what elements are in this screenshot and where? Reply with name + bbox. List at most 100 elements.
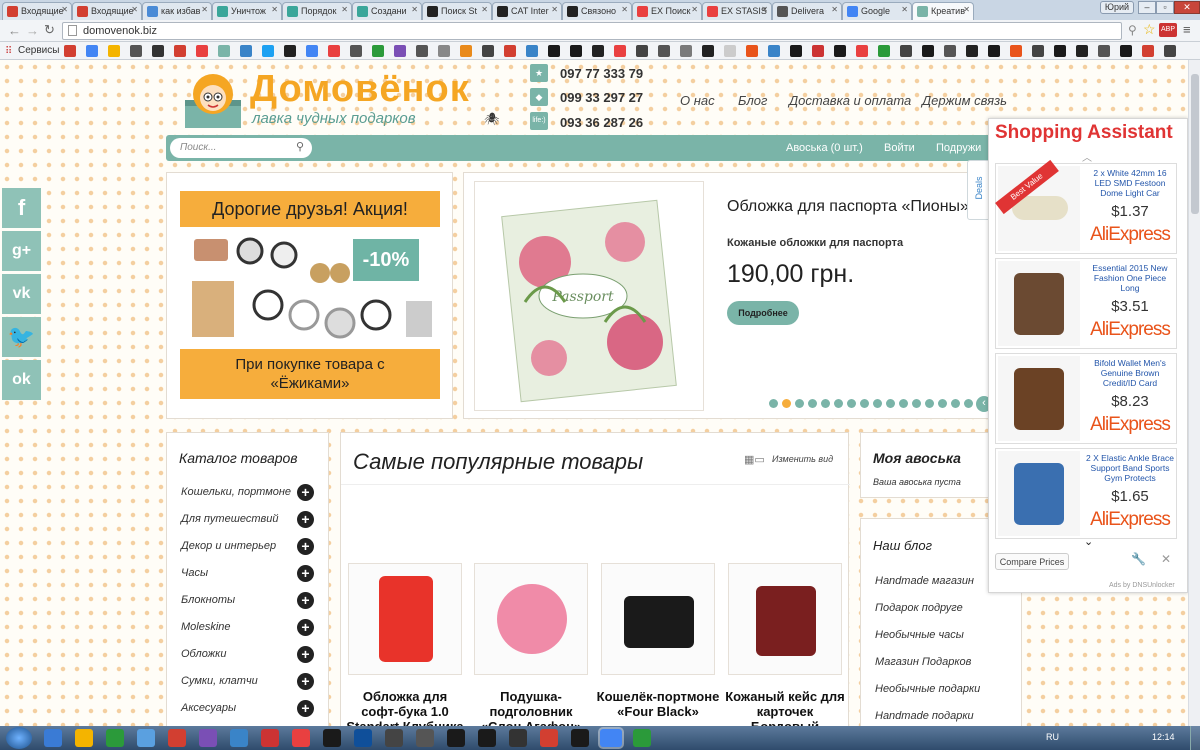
- catalog-item[interactable]: Обложки: [181, 648, 226, 660]
- product-card[interactable]: Обложка для софт-бука 1.0 Standart Клубн…: [346, 563, 472, 726]
- bookmark-icon[interactable]: [482, 45, 494, 57]
- product-name[interactable]: Кошелёк-портмоне «Four Black»: [596, 689, 720, 719]
- close-tab-icon[interactable]: ✕: [963, 5, 970, 14]
- taskbar-app-icon[interactable]: [168, 729, 186, 747]
- browser-tab[interactable]: Создани ✕: [352, 2, 422, 20]
- browser-tab[interactable]: как избав ✕: [142, 2, 212, 20]
- close-tab-icon[interactable]: ✕: [61, 5, 68, 14]
- blog-post-link[interactable]: Магазин Подарков: [875, 656, 971, 668]
- odnoklassniki-icon[interactable]: ok: [2, 360, 41, 400]
- page-scrollbar[interactable]: [1188, 60, 1200, 726]
- show-desktop-button[interactable]: [1190, 726, 1200, 750]
- bookmark-icon[interactable]: [1032, 45, 1044, 57]
- bookmark-icon[interactable]: [196, 45, 208, 57]
- deal-name[interactable]: Bifold Wallet Men's Genuine Brown Credit…: [1084, 358, 1176, 388]
- blog-post-link[interactable]: Handmade магазин: [875, 575, 974, 587]
- deal-card[interactable]: Essential 2015 New Fashion One Piece Lon…: [995, 258, 1177, 349]
- browser-tab[interactable]: Google ✕: [842, 2, 912, 20]
- browser-tab[interactable]: Уничтож ✕: [212, 2, 282, 20]
- close-tab-icon[interactable]: ✕: [271, 5, 278, 14]
- catalog-item[interactable]: Moleskine: [181, 621, 231, 633]
- plus-icon[interactable]: +: [297, 592, 314, 609]
- slider-dot[interactable]: [873, 399, 882, 408]
- close-tab-icon[interactable]: ✕: [411, 5, 418, 14]
- logo-title[interactable]: Домовёнок: [250, 68, 470, 111]
- nav-contact[interactable]: Держим связь: [922, 93, 1007, 108]
- taskbar-app-icon[interactable]: [509, 729, 527, 747]
- search-input[interactable]: Поиск... ⚲: [170, 138, 312, 158]
- facebook-icon[interactable]: f: [2, 188, 41, 228]
- slider-dot[interactable]: [847, 399, 856, 408]
- slider-dot[interactable]: [938, 399, 947, 408]
- bookmark-icon[interactable]: [240, 45, 252, 57]
- product-card[interactable]: Кошелёк-портмоне «Four Black»500,00 грн.…: [597, 563, 725, 726]
- blog-post-link[interactable]: Handmade подарки: [875, 710, 974, 722]
- bookmark-icon[interactable]: [614, 45, 626, 57]
- search-icon[interactable]: ⚲: [1128, 23, 1137, 37]
- bookmark-icon[interactable]: [922, 45, 934, 57]
- slider-dot[interactable]: [899, 399, 908, 408]
- deal-card[interactable]: Bifold Wallet Men's Genuine Brown Credit…: [995, 353, 1177, 444]
- close-tab-icon[interactable]: ✕: [201, 5, 208, 14]
- back-arrow-icon[interactable]: ←: [8, 23, 21, 38]
- product-name[interactable]: Обложка для софт-бука 1.0 Standart Клубн…: [343, 689, 467, 726]
- start-button[interactable]: [6, 727, 32, 749]
- slider-dot[interactable]: [925, 399, 934, 408]
- bookmark-icon[interactable]: [856, 45, 868, 57]
- plus-icon[interactable]: +: [297, 700, 314, 717]
- bookmark-icon[interactable]: [746, 45, 758, 57]
- bookmark-icon[interactable]: [548, 45, 560, 57]
- bookmark-icon[interactable]: [636, 45, 648, 57]
- taskbar-app-icon[interactable]: [600, 729, 622, 747]
- browser-tab[interactable]: Креатив ✕: [912, 2, 974, 20]
- taskbar-app-icon[interactable]: [292, 729, 310, 747]
- grid-view-icon[interactable]: ▦▭: [744, 453, 765, 466]
- taskbar-app-icon[interactable]: [633, 729, 651, 747]
- plus-icon[interactable]: +: [297, 511, 314, 528]
- bookmark-icon[interactable]: [966, 45, 978, 57]
- slider-dot[interactable]: [782, 399, 791, 408]
- browser-tab[interactable]: CAT Inter ✕: [492, 2, 562, 20]
- clock[interactable]: 12:14: [1152, 732, 1175, 742]
- catalog-item[interactable]: Часы: [181, 567, 208, 579]
- close-icon[interactable]: ✕: [1161, 552, 1171, 566]
- bookmark-icon[interactable]: [108, 45, 120, 57]
- bookmark-icon[interactable]: [328, 45, 340, 57]
- browser-tab[interactable]: Поиск St ✕: [422, 2, 492, 20]
- browser-tab[interactable]: Delivera ✕: [772, 2, 842, 20]
- plus-icon[interactable]: +: [297, 484, 314, 501]
- browser-tab[interactable]: Порядок ✕: [282, 2, 352, 20]
- slider-dot[interactable]: [860, 399, 869, 408]
- slider-dot[interactable]: [951, 399, 960, 408]
- change-view-link[interactable]: Изменить вид: [772, 454, 833, 464]
- bookmark-icon[interactable]: [900, 45, 912, 57]
- bookmark-icon[interactable]: [988, 45, 1000, 57]
- bookmark-icon[interactable]: [152, 45, 164, 57]
- bookmark-icon[interactable]: [658, 45, 670, 57]
- bookmark-icon[interactable]: [218, 45, 230, 57]
- bookmarks-services[interactable]: Сервисы: [18, 45, 59, 56]
- bookmark-icon[interactable]: [416, 45, 428, 57]
- browser-tab[interactable]: Входящие ✕: [72, 2, 142, 20]
- compare-prices-button[interactable]: Compare Prices: [995, 553, 1069, 570]
- bookmark-icon[interactable]: [1010, 45, 1022, 57]
- deal-image[interactable]: [998, 451, 1080, 536]
- product-card[interactable]: Кожаный кейс для карточек Бордовый190,00…: [725, 563, 852, 726]
- close-tab-icon[interactable]: ✕: [341, 5, 348, 14]
- bookmark-icon[interactable]: [1142, 45, 1154, 57]
- bookmark-icon[interactable]: [504, 45, 516, 57]
- login-link[interactable]: Войти: [884, 142, 915, 154]
- bookmark-icon[interactable]: [1164, 45, 1176, 57]
- phone-number[interactable]: 093 36 287 26: [560, 115, 643, 130]
- bookmark-icon[interactable]: [306, 45, 318, 57]
- deal-name[interactable]: Essential 2015 New Fashion One Piece Lon…: [1084, 263, 1176, 293]
- blog-post-link[interactable]: Подарок подруге: [875, 602, 963, 614]
- taskbar-app-icon[interactable]: [199, 729, 217, 747]
- bookmark-icon[interactable]: [86, 45, 98, 57]
- product-name[interactable]: Подушка-подголовник «Слон Агафон»: [469, 689, 593, 726]
- product-image[interactable]: [474, 563, 588, 675]
- chevron-up-icon[interactable]: ︿: [1082, 149, 1092, 164]
- close-tab-icon[interactable]: ✕: [901, 5, 908, 14]
- close-tab-icon[interactable]: ✕: [621, 5, 628, 14]
- blog-post-link[interactable]: Необычные часы: [875, 629, 964, 641]
